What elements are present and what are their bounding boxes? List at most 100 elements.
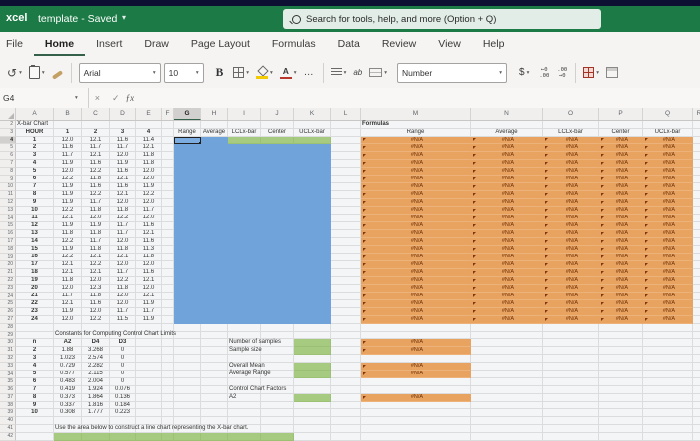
tab-help[interactable]: Help <box>472 33 516 56</box>
cell-H11[interactable] <box>201 191 228 199</box>
cell-I16[interactable] <box>228 230 261 238</box>
cell-A19[interactable]: 16 <box>16 253 54 262</box>
cell-L7[interactable] <box>331 159 361 168</box>
cell-E25[interactable]: 11.9 <box>136 300 162 309</box>
cell-F14[interactable] <box>162 214 174 223</box>
cell-P17[interactable]: #N/A <box>599 237 643 246</box>
cell-K19[interactable] <box>294 253 331 262</box>
cell-D22[interactable]: 12.2 <box>110 276 136 285</box>
cell-R30[interactable] <box>693 339 700 348</box>
cell-R28[interactable] <box>693 324 700 332</box>
cell-C31[interactable]: 3.268 <box>82 347 110 355</box>
cell-L2[interactable] <box>331 121 361 129</box>
format-painter-button[interactable] <box>51 69 63 80</box>
cell-L39[interactable] <box>331 409 361 418</box>
cell-P34[interactable] <box>599 370 643 379</box>
more-font-options-button[interactable]: … <box>304 67 315 78</box>
cell-H10[interactable] <box>201 183 228 192</box>
cell-R17[interactable] <box>693 238 700 246</box>
cell-N35[interactable] <box>471 378 543 387</box>
cell-I26[interactable] <box>228 308 261 316</box>
cell-D39[interactable]: 0.223 <box>110 409 136 418</box>
cell-M17[interactable]: #N/A <box>361 237 471 246</box>
cell-Q28[interactable] <box>643 323 693 332</box>
cell-R14[interactable] <box>693 215 700 223</box>
cell-L42[interactable] <box>331 432 361 441</box>
cell-L10[interactable] <box>331 183 361 192</box>
cell-B35[interactable]: 0.483 <box>54 378 82 387</box>
cell-A38[interactable]: 9 <box>16 401 54 410</box>
cell-N11[interactable]: #N/A <box>471 191 543 199</box>
cell-Q40[interactable] <box>643 417 693 426</box>
cell-P2[interactable] <box>599 121 643 129</box>
cell-O11[interactable]: #N/A <box>543 191 599 199</box>
cell-C4[interactable]: 12.1 <box>82 136 110 145</box>
cell-M41[interactable] <box>361 425 471 433</box>
cell-O13[interactable]: #N/A <box>543 206 599 215</box>
cell-J38[interactable] <box>261 401 294 410</box>
cell-P29[interactable] <box>599 331 643 340</box>
cell-B27[interactable]: 12.0 <box>54 315 82 324</box>
align-button[interactable]: ▾ <box>330 68 346 77</box>
cell-H26[interactable] <box>201 308 228 316</box>
cell-G27[interactable] <box>174 315 201 324</box>
cell-E3[interactable]: 4 <box>136 128 162 137</box>
cell-Q4[interactable]: #N/A <box>643 136 693 145</box>
cell-B25[interactable]: 12.1 <box>54 300 82 309</box>
cell-J17[interactable] <box>261 237 294 246</box>
cell-K5[interactable] <box>294 144 331 153</box>
cell-P14[interactable]: #N/A <box>599 214 643 223</box>
cell-G18[interactable] <box>174 245 201 254</box>
cell-A18[interactable]: 15 <box>16 245 54 254</box>
tab-view[interactable]: View <box>427 33 472 56</box>
cell-K36[interactable] <box>294 386 331 394</box>
cell-D2[interactable] <box>110 121 136 129</box>
cell-K29[interactable] <box>294 331 331 340</box>
cell-J39[interactable] <box>261 409 294 418</box>
cell-I11[interactable] <box>228 191 261 199</box>
cell-P19[interactable]: #N/A <box>599 253 643 262</box>
font-size-select[interactable]: 10 ▾ <box>163 62 204 83</box>
cell-J41[interactable] <box>261 425 294 433</box>
cell-G24[interactable] <box>174 292 201 301</box>
cell-I21[interactable] <box>228 269 261 277</box>
cell-L9[interactable] <box>331 175 361 184</box>
cell-G7[interactable] <box>174 159 201 168</box>
cell-P10[interactable]: #N/A <box>599 183 643 192</box>
cell-C9[interactable]: 11.8 <box>82 175 110 184</box>
cell-N20[interactable]: #N/A <box>471 261 543 270</box>
cell-K9[interactable] <box>294 175 331 184</box>
cell-L30[interactable] <box>331 339 361 348</box>
row-header-35[interactable]: 35 <box>0 378 16 387</box>
cell-L38[interactable] <box>331 401 361 410</box>
cancel-icon[interactable]: × <box>95 93 100 103</box>
cell-F21[interactable] <box>162 269 174 277</box>
cell-O5[interactable]: #N/A <box>543 144 599 153</box>
cell-O19[interactable]: #N/A <box>543 253 599 262</box>
cell-G23[interactable] <box>174 284 201 293</box>
cell-E18[interactable]: 11.3 <box>136 245 162 254</box>
cell-I40[interactable] <box>228 417 261 426</box>
cell-F27[interactable] <box>162 315 174 324</box>
cell-E17[interactable]: 11.6 <box>136 237 162 246</box>
cell-Q38[interactable] <box>643 401 693 410</box>
name-box-chevron-icon[interactable]: ▾ <box>75 95 78 101</box>
cell-E31[interactable] <box>136 347 162 355</box>
row-header-11[interactable]: 11 <box>0 191 16 199</box>
cell-O17[interactable]: #N/A <box>543 237 599 246</box>
cell-K35[interactable] <box>294 378 331 387</box>
cell-A22[interactable]: 19 <box>16 276 54 285</box>
cell-I37[interactable]: A2 <box>228 394 261 402</box>
cell-D15[interactable]: 11.7 <box>110 222 136 231</box>
cell-D16[interactable]: 11.7 <box>110 230 136 238</box>
undo-button[interactable]: ↺ ▾ <box>7 66 22 80</box>
cell-L12[interactable] <box>331 198 361 207</box>
cell-P25[interactable]: #N/A <box>599 300 643 309</box>
cell-N3[interactable]: Average <box>471 128 543 137</box>
cell-N37[interactable] <box>471 393 543 402</box>
cell-Q9[interactable]: #N/A <box>643 175 693 184</box>
column-header-M[interactable]: M <box>361 108 471 120</box>
tab-formulas[interactable]: Formulas <box>261 33 327 56</box>
fill-color-button[interactable]: ▾ <box>256 67 273 79</box>
cell-J7[interactable] <box>261 159 294 168</box>
